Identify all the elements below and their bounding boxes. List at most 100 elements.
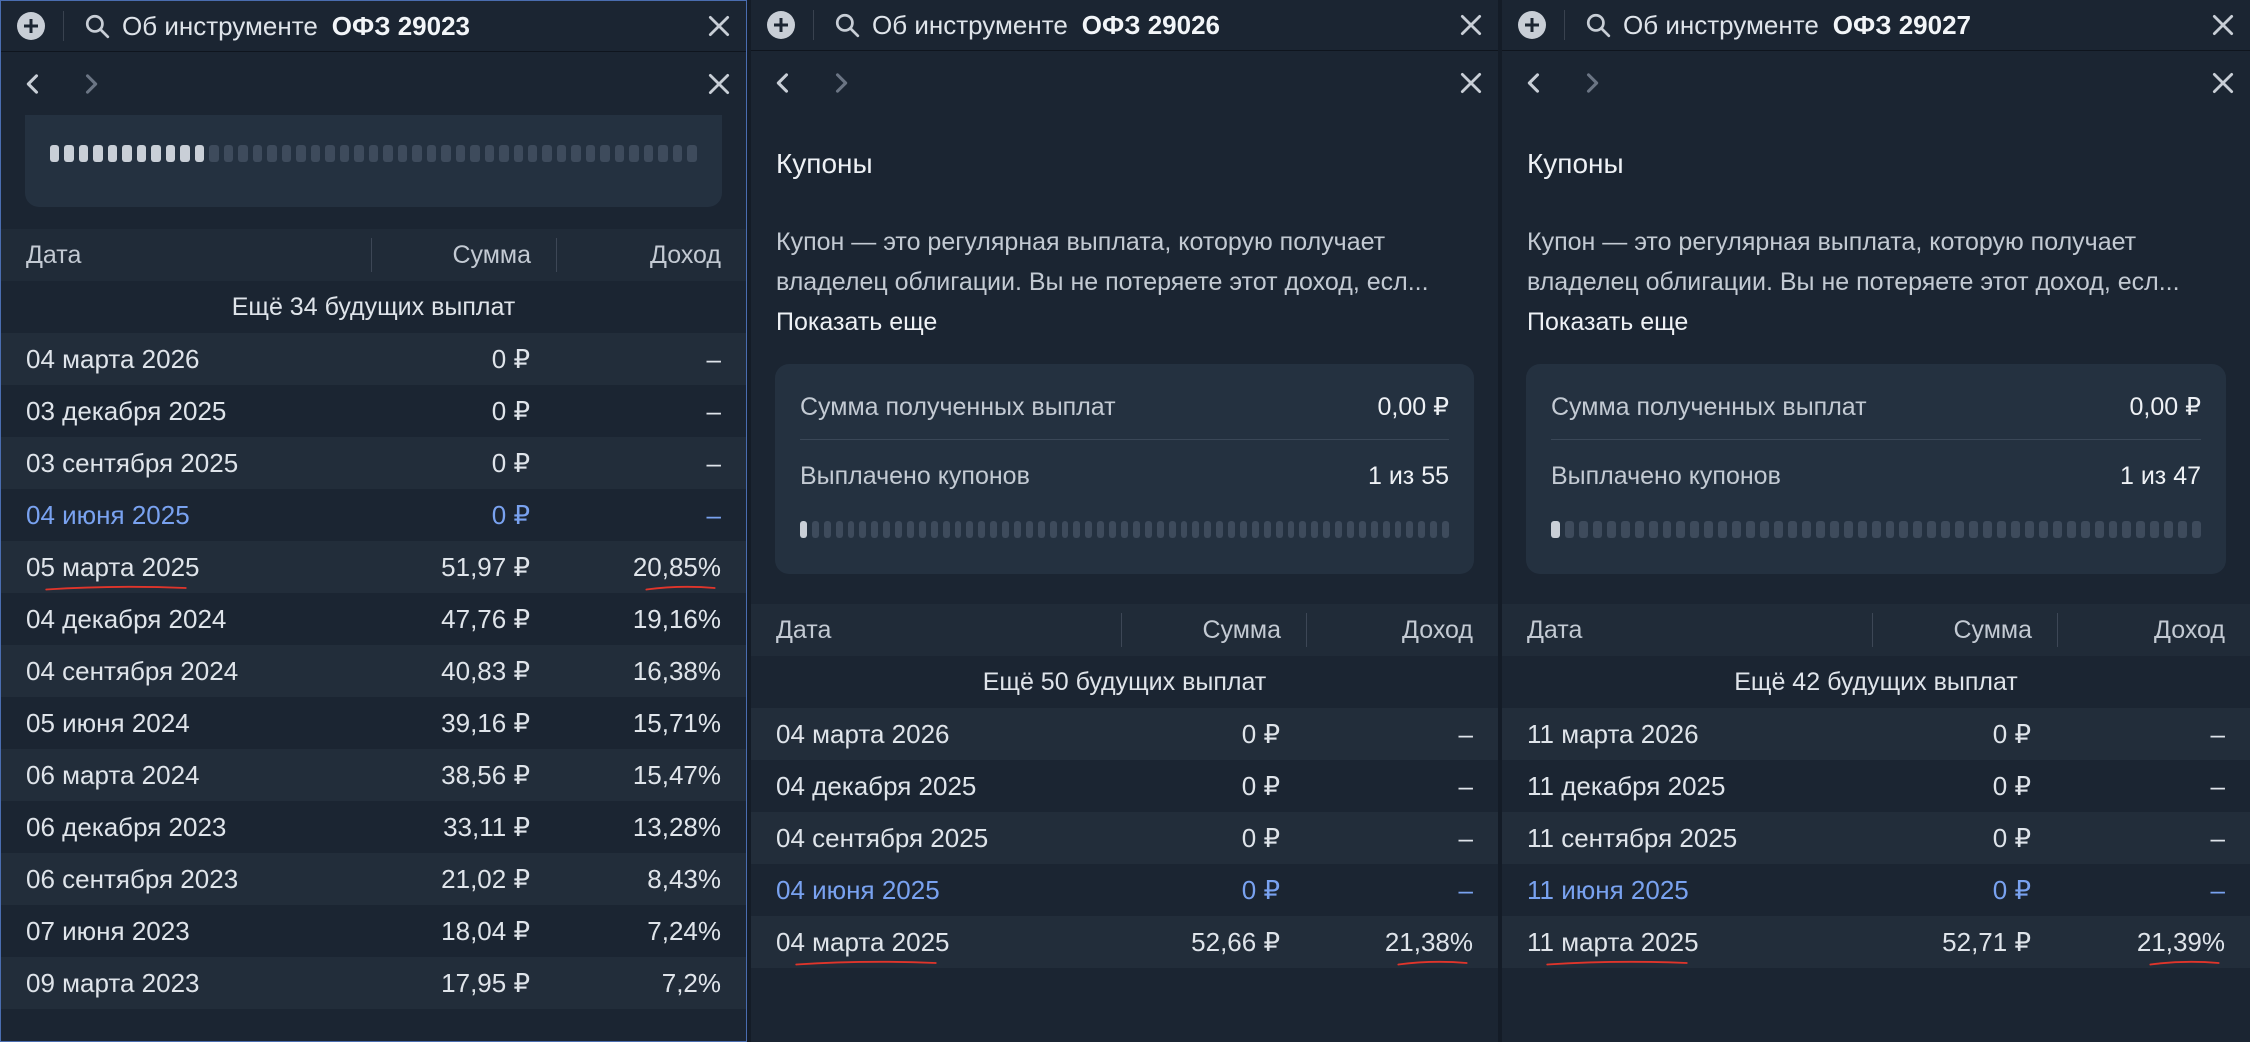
table-row[interactable]: 11 июня 2025 0 ₽ – [1502, 864, 2250, 916]
progress-segment [397, 145, 408, 162]
show-more-link[interactable]: Показать еще [751, 302, 1498, 346]
received-label: Сумма полученных выплат [1551, 392, 1867, 421]
column-sum[interactable]: Сумма [1122, 604, 1306, 656]
row-sum: 0 ₽ [491, 447, 530, 478]
column-income[interactable]: Доход [557, 229, 746, 281]
progress-segment [1620, 521, 1630, 538]
row-date: 03 сентября 2025 [26, 447, 239, 478]
progress-segment [1239, 521, 1247, 538]
close-icon[interactable] [1458, 12, 1484, 38]
column-date[interactable]: Дата [1502, 604, 1872, 656]
table-row[interactable]: 03 декабря 2025 0 ₽ – [1, 385, 746, 437]
chevron-right-icon[interactable] [77, 70, 105, 98]
progress-segment [542, 145, 552, 162]
description-line: Купон — это регулярная выплата, которую … [1527, 228, 2137, 256]
progress-segment [122, 145, 132, 162]
chevron-left-icon[interactable] [19, 70, 47, 98]
paid-coupons-row: Выплачено купонов 1 из 55 [800, 455, 1449, 497]
chevron-left-icon[interactable] [769, 69, 797, 97]
close-icon[interactable] [1458, 70, 1484, 96]
future-payments-toggle[interactable]: Ещё 50 будущих выплат [751, 656, 1498, 708]
row-date: 06 марта 2024 [26, 759, 200, 790]
progress-segment [823, 521, 831, 538]
row-sum: 51,97 ₽ [441, 551, 530, 582]
table-row[interactable]: 05 марта 2025 51,97 ₽ 20,85% [1, 541, 746, 593]
row-sum: 40,83 ₽ [441, 655, 530, 686]
progress-segment [811, 521, 819, 538]
plus-icon[interactable] [767, 11, 795, 39]
table-row[interactable]: 11 марта 2026 0 ₽ – [1502, 708, 2250, 760]
coupons-description: Купон — это регулярная выплата, которую … [751, 207, 1498, 302]
progress-segment [1606, 521, 1616, 538]
title-label: Об инструменте [1623, 9, 1819, 40]
table-row[interactable]: 04 декабря 2025 0 ₽ – [751, 760, 1498, 812]
progress-segment [2164, 521, 2174, 538]
row-income: – [2210, 718, 2225, 749]
chevron-right-icon[interactable] [1578, 69, 1606, 97]
divider [1564, 10, 1565, 40]
instrument-ticker[interactable]: ОФЗ 29027 [1833, 10, 1971, 41]
progress-segment [1578, 521, 1588, 538]
table-row[interactable]: 04 июня 2025 0 ₽ – [1, 489, 746, 541]
progress-segment [2024, 521, 2034, 538]
table-row[interactable]: 04 марта 2026 0 ₽ – [1, 333, 746, 385]
column-sum[interactable]: Сумма [1873, 604, 2057, 656]
panel-titlebar: Об инструменте ОФЗ 29026 [751, 0, 1498, 51]
table-row[interactable]: 04 сентября 2025 0 ₽ – [751, 812, 1498, 864]
row-income: – [706, 499, 721, 530]
progress-segment [2066, 521, 2076, 538]
coupon-rows: 11 марта 2026 0 ₽ –11 декабря 2025 0 ₽ –11 с… [1502, 708, 2250, 968]
progress-segment [1358, 521, 1366, 538]
row-date: 05 июня 2024 [26, 707, 190, 738]
chevron-left-icon[interactable] [1520, 69, 1548, 97]
progress-segment [918, 521, 926, 538]
table-row[interactable]: 03 сентября 2025 0 ₽ – [1, 437, 746, 489]
show-more-link[interactable]: Показать еще [1502, 302, 2250, 346]
column-income[interactable]: Доход [2058, 604, 2250, 656]
search-icon [85, 14, 110, 39]
future-payments-toggle[interactable]: Ещё 34 будущих выплат [1, 281, 746, 333]
progress-segment [513, 145, 523, 162]
table-row[interactable]: 07 июня 2023 18,04 ₽ 7,24% [1, 905, 746, 957]
progress-segment [1857, 521, 1867, 538]
row-income: 8,43% [647, 863, 721, 894]
red-underline-mark [1397, 960, 1468, 966]
close-icon[interactable] [2210, 70, 2236, 96]
progress-segment [1899, 521, 1909, 538]
plus-icon[interactable] [1518, 11, 1546, 39]
row-date: 03 декабря 2025 [26, 395, 227, 426]
description-line: владелец облигации. Вы не потеряете этот… [1527, 268, 2180, 296]
instrument-ticker[interactable]: ОФЗ 29026 [1082, 10, 1220, 41]
table-row[interactable]: 04 сентября 2024 40,83 ₽ 16,38% [1, 645, 746, 697]
table-row[interactable]: 06 декабря 2023 33,11 ₽ 13,28% [1, 801, 746, 853]
row-date: 04 марта 2025 [776, 926, 950, 957]
chevron-right-icon[interactable] [827, 69, 855, 97]
progress-segment [1168, 521, 1176, 538]
table-row[interactable]: 04 декабря 2024 47,76 ₽ 19,16% [1, 593, 746, 645]
table-row[interactable]: 11 сентября 2025 0 ₽ – [1502, 812, 2250, 864]
column-income[interactable]: Доход [1307, 604, 1498, 656]
column-date[interactable]: Дата [1, 229, 371, 281]
table-row[interactable]: 09 марта 2023 17,95 ₽ 7,2% [1, 957, 746, 1009]
progress-segment [1025, 521, 1033, 538]
table-row[interactable]: 04 июня 2025 0 ₽ – [751, 864, 1498, 916]
table-row[interactable]: 04 марта 2025 52,66 ₽ 21,38% [751, 916, 1498, 968]
plus-icon[interactable] [17, 12, 45, 40]
table-row[interactable]: 04 марта 2026 0 ₽ – [751, 708, 1498, 760]
progress-segment [1002, 521, 1010, 538]
table-row[interactable]: 05 июня 2024 39,16 ₽ 15,71% [1, 697, 746, 749]
table-row[interactable]: 11 марта 2025 52,71 ₽ 21,39% [1502, 916, 2250, 968]
table-row[interactable]: 11 декабря 2025 0 ₽ – [1502, 760, 2250, 812]
future-payments-toggle[interactable]: Ещё 42 будущих выплат [1502, 656, 2250, 708]
instrument-ticker[interactable]: ОФЗ 29023 [332, 11, 470, 42]
row-sum: 17,95 ₽ [441, 967, 530, 998]
column-sum[interactable]: Сумма [372, 229, 556, 281]
close-icon[interactable] [706, 13, 732, 39]
table-row[interactable]: 06 сентября 2023 21,02 ₽ 8,43% [1, 853, 746, 905]
column-date[interactable]: Дата [751, 604, 1121, 656]
row-date: 04 сентября 2024 [26, 655, 239, 686]
close-icon[interactable] [2210, 12, 2236, 38]
table-row[interactable]: 06 марта 2024 38,56 ₽ 15,47% [1, 749, 746, 801]
row-date: 04 декабря 2024 [26, 603, 227, 634]
close-icon[interactable] [706, 71, 732, 97]
